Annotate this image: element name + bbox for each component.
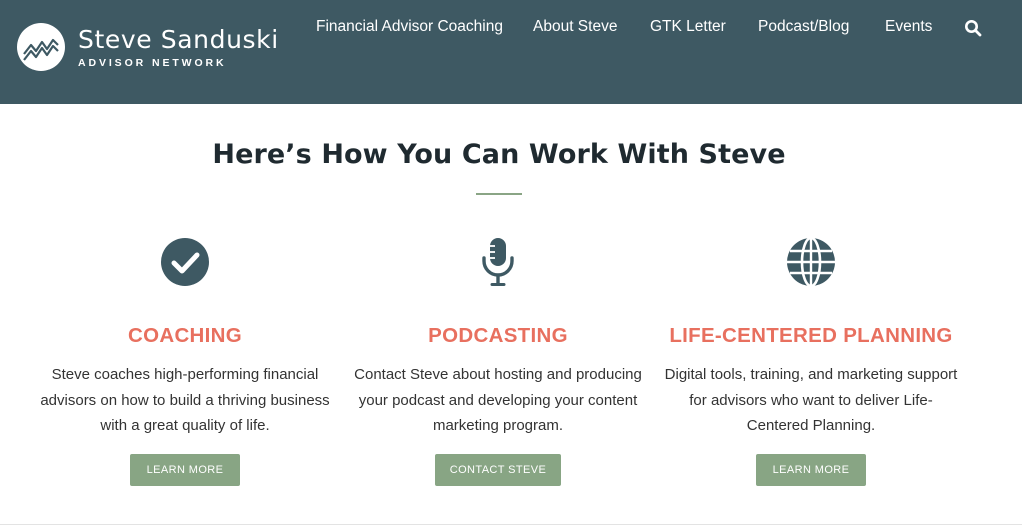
nav-item-podcast-blog[interactable]: Podcast/Blog xyxy=(758,18,849,36)
section-divider xyxy=(0,524,1022,525)
microphone-icon xyxy=(482,238,514,286)
service-description: Contact Steve about hosting and producin… xyxy=(354,366,642,434)
nav-item-financial-advisor-coaching[interactable]: Financial Advisor Coaching xyxy=(316,18,503,36)
logo-subtitle: ADVISOR NETWORK xyxy=(78,56,227,69)
site-header: Steve Sanduski ADVISOR NETWORK Financial… xyxy=(0,0,1022,104)
search-icon[interactable] xyxy=(964,19,982,37)
service-heading: COACHING xyxy=(127,324,242,347)
service-heading: LIFE-CENTERED PLANNING xyxy=(669,324,953,347)
service-description: Steve coaches high-performing financial … xyxy=(40,366,330,434)
nav-item-gtk-letter[interactable]: GTK Letter xyxy=(650,18,726,36)
service-description: Digital tools, training, and marketing s… xyxy=(664,366,958,434)
check-circle-icon xyxy=(161,238,209,286)
globe-icon xyxy=(787,236,835,288)
contact-steve-button[interactable]: CONTACT STEVE xyxy=(435,454,561,486)
main-nav: Financial Advisor Coaching About Steve G… xyxy=(0,18,1022,38)
learn-more-button[interactable]: LEARN MORE xyxy=(130,454,240,486)
learn-more-button[interactable]: LEARN MORE xyxy=(756,454,866,486)
title-divider xyxy=(476,193,522,195)
service-heading: PODCASTING xyxy=(428,324,568,347)
nav-item-events[interactable]: Events xyxy=(885,18,932,36)
nav-item-about-steve[interactable]: About Steve xyxy=(533,18,617,36)
page-title: Here’s How You Can Work With Steve xyxy=(212,139,786,170)
